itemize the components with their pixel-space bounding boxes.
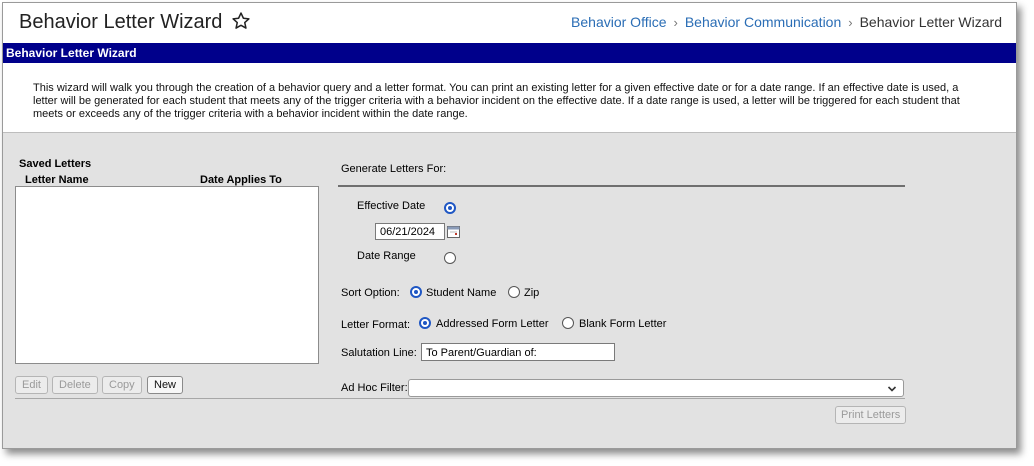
ad-hoc-filter-select[interactable]	[408, 379, 904, 397]
saved-letters-list[interactable]	[15, 186, 319, 364]
section-title-bar: Behavior Letter Wizard	[3, 43, 1016, 63]
salutation-line-label: Salutation Line:	[341, 347, 417, 359]
new-button[interactable]: New	[147, 376, 184, 394]
chevron-down-icon	[887, 386, 897, 392]
page-title: Behavior Letter Wizard	[19, 11, 223, 33]
footer-divider	[15, 398, 905, 399]
page-header: Behavior Letter Wizard Behavior Office › B…	[3, 3, 1016, 43]
date-range-label: Date Range	[357, 250, 416, 262]
breadcrumb-behavior-communication[interactable]: Behavior Communication	[685, 14, 841, 30]
edit-button[interactable]: Edit	[15, 376, 48, 394]
wizard-content: Saved Letters Letter Name Date Applies T…	[3, 133, 1016, 448]
sort-option-label: Sort Option:	[341, 287, 400, 299]
sort-zip-label: Zip	[524, 287, 540, 299]
chevron-right-icon: ›	[848, 15, 853, 30]
breadcrumb-behavior-office[interactable]: Behavior Office	[571, 14, 666, 30]
ad-hoc-filter-label: Ad Hoc Filter:	[341, 382, 408, 394]
intro-panel: This wizard will walk you through the cr…	[3, 63, 1016, 133]
sort-student-name-radio[interactable]	[410, 286, 422, 298]
star-outline-icon[interactable]	[231, 11, 251, 31]
blank-form-letter-radio[interactable]	[562, 317, 574, 329]
effective-date-label: Effective Date	[357, 200, 426, 212]
saved-letters-title: Saved Letters	[19, 158, 92, 170]
breadcrumb: Behavior Office › Behavior Communication › B…	[571, 14, 1002, 30]
addressed-form-letter-radio[interactable]	[419, 317, 431, 329]
calendar-icon[interactable]	[447, 225, 460, 238]
generate-letters-title: Generate Letters For:	[341, 163, 447, 175]
salutation-line-input[interactable]: To Parent/Guardian of:	[421, 343, 615, 361]
app-window: Behavior Letter Wizard Behavior Office › B…	[2, 2, 1017, 449]
date-range-radio[interactable]	[444, 252, 456, 264]
sort-student-name-label: Student Name	[426, 287, 497, 299]
effective-date-radio[interactable]	[444, 202, 456, 214]
column-date-applies-to: Date Applies To	[200, 174, 282, 186]
print-letters-button[interactable]: Print Letters	[835, 406, 907, 424]
effective-date-input[interactable]: 06/21/2024	[375, 223, 445, 240]
letter-format-label: Letter Format:	[341, 319, 411, 331]
delete-button[interactable]: Delete	[52, 376, 98, 394]
copy-button[interactable]: Copy	[102, 376, 142, 394]
breadcrumb-current: Behavior Letter Wizard	[859, 14, 1002, 30]
sort-zip-radio[interactable]	[508, 286, 520, 298]
blank-form-letter-label: Blank Form Letter	[579, 318, 667, 330]
divider	[338, 185, 905, 187]
column-letter-name: Letter Name	[25, 174, 89, 186]
addressed-form-letter-label: Addressed Form Letter	[436, 318, 549, 330]
chevron-right-icon: ›	[673, 15, 678, 30]
intro-text: This wizard will walk you through the cr…	[33, 82, 960, 120]
